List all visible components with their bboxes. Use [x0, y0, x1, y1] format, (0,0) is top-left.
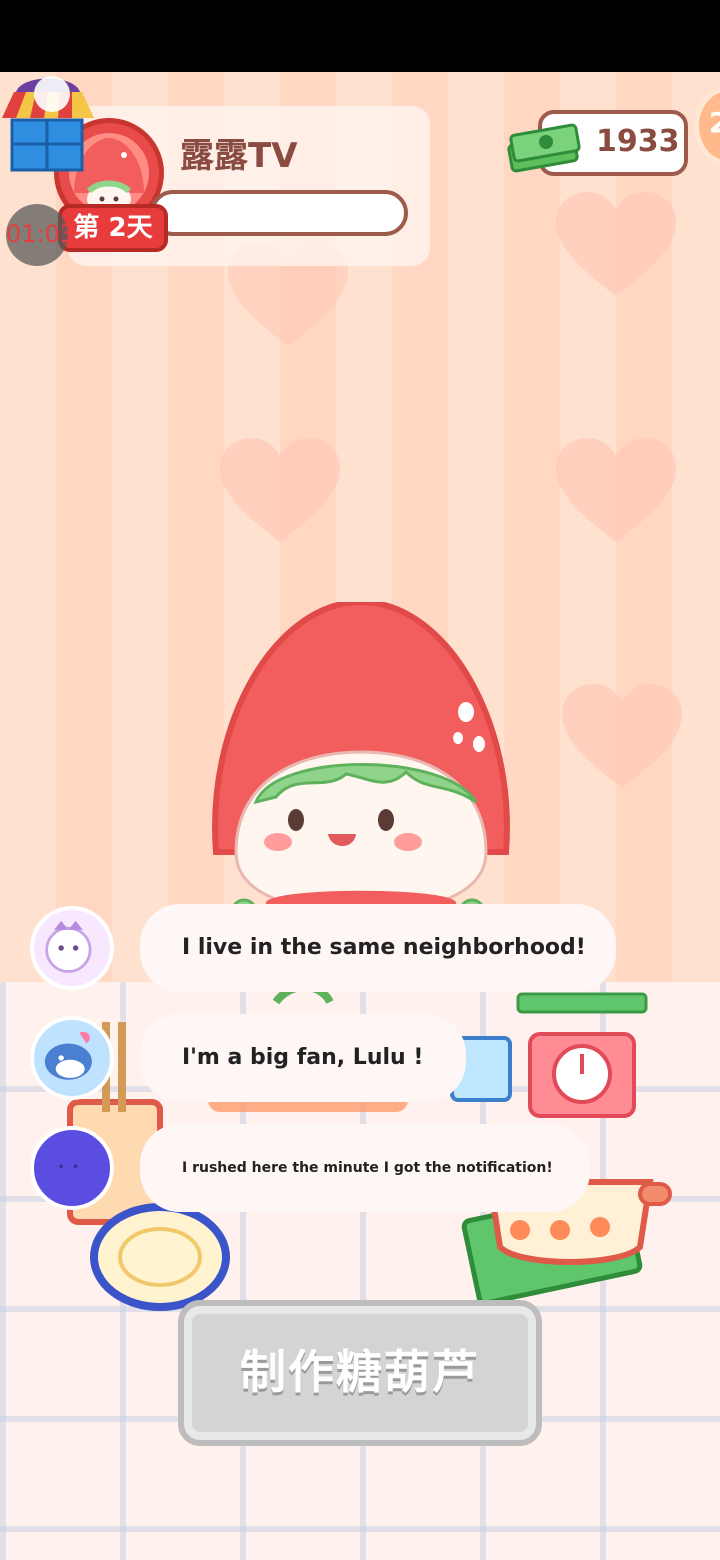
viewer-avatar [30, 1126, 114, 1210]
cash-stack-icon [506, 118, 582, 174]
heart-decor [220, 438, 340, 548]
day-counter-badge: 第 2天 [58, 204, 168, 252]
chat-comment: I'm a big fan, Lulu ! [140, 1014, 466, 1102]
chat-comment: I live in the same neighborhood! [140, 904, 616, 992]
heart-decor [556, 192, 676, 302]
countdown-timer: 01:03 [6, 204, 68, 266]
viewer-avatar [30, 906, 114, 990]
heart-decor [562, 684, 682, 794]
heart-decor [556, 438, 676, 548]
top-right-menu-button[interactable]: 2 [694, 86, 720, 166]
chat-comment: I rushed here the minute I got the notif… [140, 1124, 590, 1212]
game-scene: 露露TV 第 2天 01:03 1933 2 I live in the sam… [0, 72, 720, 1560]
viewer-avatar [30, 1016, 114, 1100]
money-value: 1933 [596, 124, 680, 159]
status-bar [0, 0, 720, 72]
shop-awning-icon[interactable] [2, 72, 94, 172]
streamer-name: 露露TV [180, 136, 298, 176]
make-tanghulu-button[interactable]: 制作糖葫芦 [178, 1300, 542, 1446]
stream-progress-bar [150, 190, 408, 236]
